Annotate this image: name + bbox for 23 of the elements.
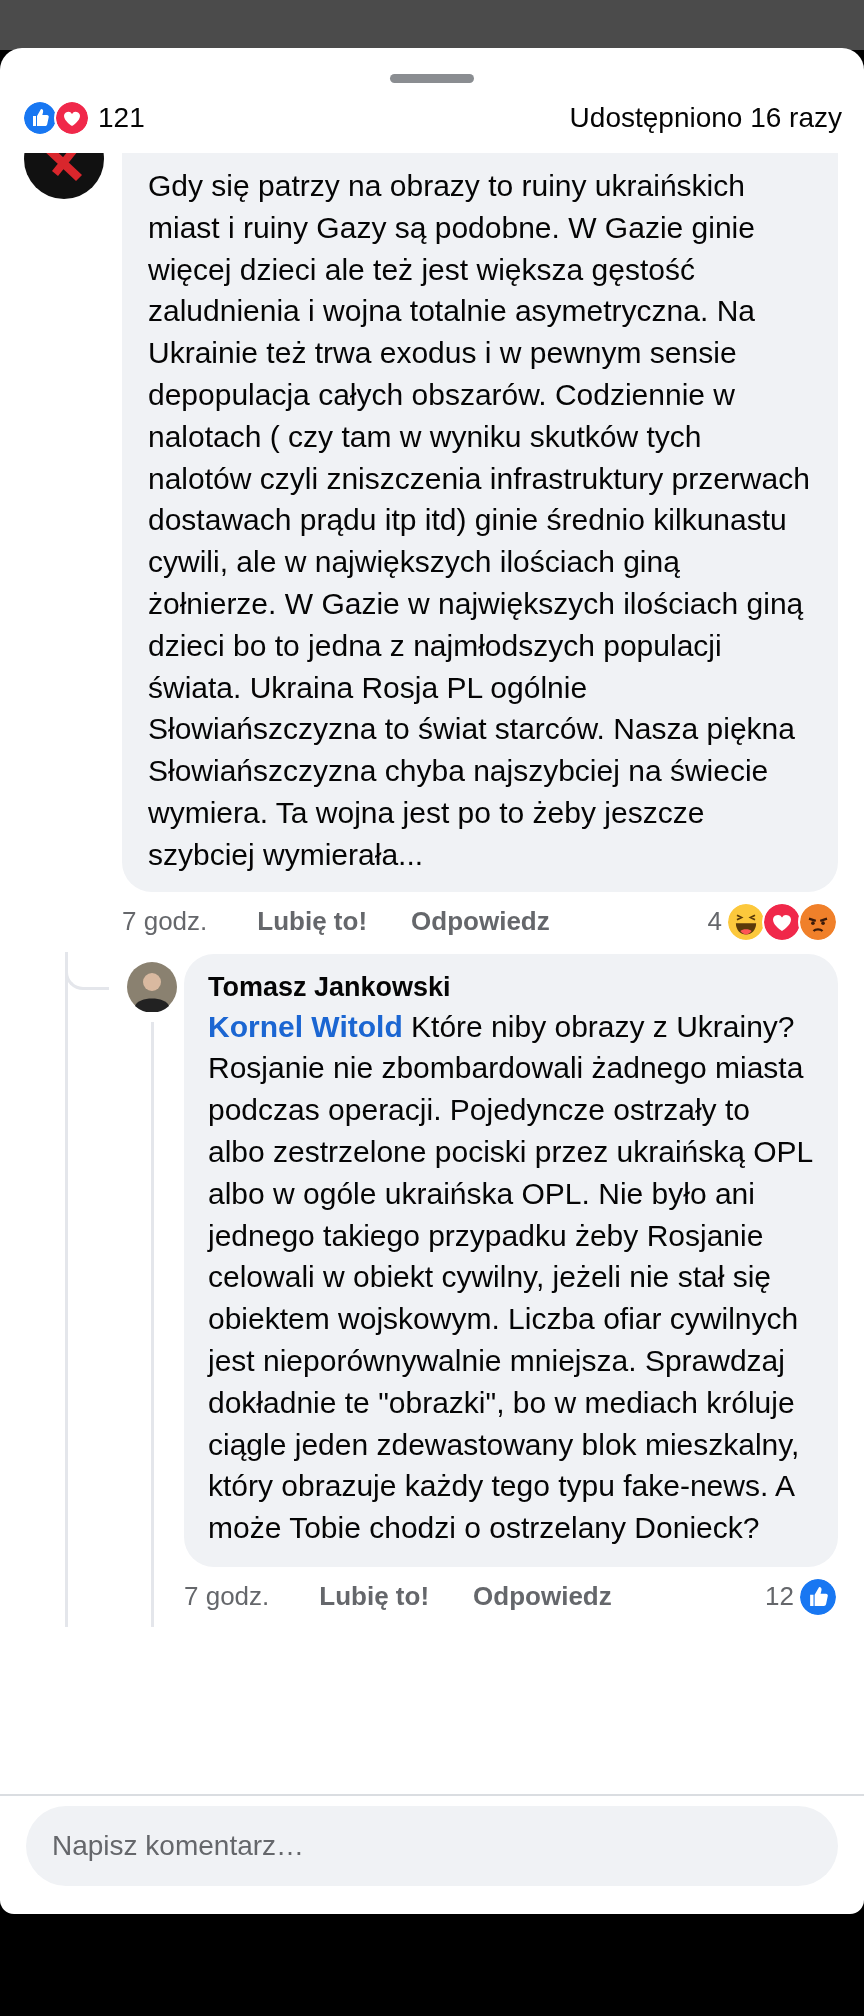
- drag-handle[interactable]: [390, 74, 474, 83]
- like-reaction-icon: [798, 1576, 838, 1617]
- reply-text: Kornel Witold Które niby obrazy z Ukrainy? Rosjanie nie zbombardowali żadnego miasta podczas operacji. Pojedyncze ostrzały to albo zestrzelone pociski przez ukraińską OPL albo w ogóle ukraińska OPL. Nie było ani jednego takiego przypadku żeby Rosjanie celowali w obiekt cywilny, jeżeli nie stał się obiektem wojskowym. Liczba ofiar cywilnych jest nieporównywalnie mniejsza. Sprawdzaj dokładnie te "obrazki", bo w mediach króluje ciągle jeden zdewastowany blok mieszkalny, który obrazuje każdy tego typu fake-news. A może Tobie chodzi o ostrzelany Donieck?: [208, 1008, 814, 1547]
- angry-reaction-icon: [798, 901, 838, 942]
- reply-button[interactable]: Odpowiedz: [473, 1577, 612, 1617]
- heart-reaction-icon: [54, 100, 90, 136]
- reaction-count[interactable]: 121: [98, 97, 145, 139]
- like-button[interactable]: Lubię to!: [257, 902, 368, 942]
- comment-time: 7 godz.: [122, 905, 208, 939]
- reaction-count: 12: [765, 1580, 794, 1614]
- reaction-count: 4: [707, 905, 722, 939]
- like-reaction-icon: [22, 100, 58, 136]
- comment-input-field[interactable]: Napisz komentarz…: [26, 1806, 838, 1886]
- laughing-reaction-icon: [726, 901, 766, 942]
- comment-text: Gdy się patrzy na obrazy to ruiny ukraińskich miast i ruiny Gazy są podobne. W Gazie ginie więcej dzieci ale też jest większa gęstość zaludnienia i wojna totalnie asymetryczna. Na Ukrainie też trwa exodus i w pewnym sensie depopulacja całych obszarów. Codziennie w nalotach ( czy tam w wyniku skutków tych nalotów czyli zniszczenia infrastruktury przerwach dostawach prądu itp itd) ginie średnio kilkunastu cywili, ale w największych ilościach giną żołnierze. W Gazie w największych ilościach giną dzieci bo to jedna z najmłodszych populacji świata. Ukraina Rosja PL ogólnie Słowiańszczyzna to świat starców. Nasza piękna Słowiańszczyzna chyba najszybciej na świecie wymiera. Ta wojna jest po to żeby jeszcze szybciej wymierała...: [148, 168, 811, 873]
- share-count[interactable]: Udostępniono 16 razy: [569, 97, 842, 139]
- comment-time: 7 godz.: [184, 1580, 270, 1614]
- author-name[interactable]: Tomasz Jankowski: [208, 967, 814, 1006]
- reply-button[interactable]: Odpowiedz: [411, 902, 550, 942]
- avatar-image[interactable]: [127, 961, 177, 1012]
- mention-link[interactable]: Kornel Witold: [208, 1009, 403, 1043]
- heart-reaction-icon: [762, 901, 802, 942]
- like-button[interactable]: Lubię to!: [319, 1577, 430, 1617]
